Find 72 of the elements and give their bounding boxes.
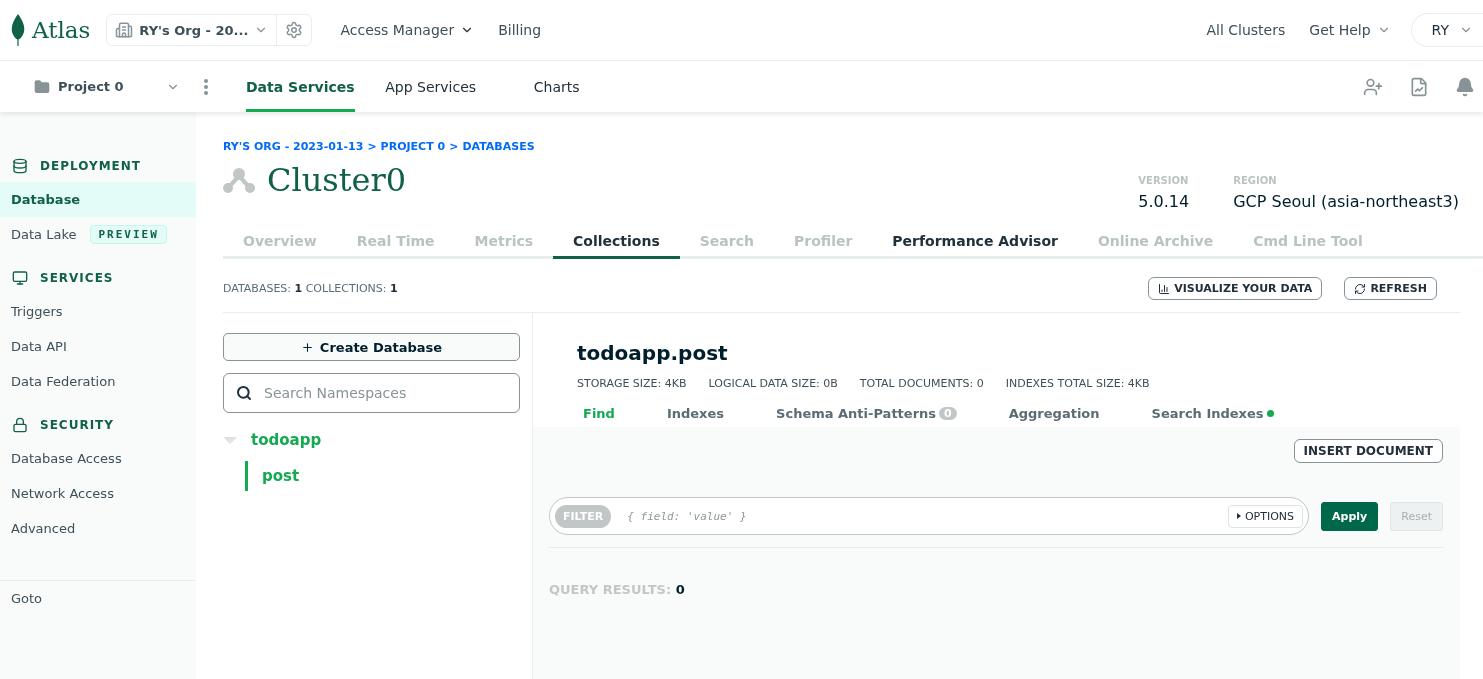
nav-tab[interactable]: Data Services <box>246 61 355 112</box>
sidebar-item[interactable]: Database Access <box>0 441 196 476</box>
collection-tab[interactable]: Aggregation <box>1002 402 1100 427</box>
collection-stat: INDEXES TOTAL SIZE: 4KB <box>1005 377 1150 390</box>
section-title: DEPLOYMENT <box>40 159 141 173</box>
sidebar-item[interactable]: Database <box>0 182 196 217</box>
filter-bar[interactable]: FILTER { field: 'value' } OPTIONS <box>549 497 1310 535</box>
collection-stat: STORAGE SIZE: 4KB <box>577 377 687 390</box>
nav-link[interactable]: Billing <box>486 22 554 38</box>
lock-icon <box>12 417 28 433</box>
preview-badge: PREVIEW <box>90 225 167 244</box>
cluster-name: Cluster0 <box>267 161 407 199</box>
atlas-logo-text: Atlas <box>32 17 91 43</box>
breadcrumb-link[interactable]: PROJECT 0 <box>380 140 446 153</box>
bell-icon[interactable] <box>1455 76 1475 97</box>
sidebar-item[interactable]: Triggers <box>0 294 196 329</box>
cluster-tab[interactable]: Collections <box>553 225 680 259</box>
section-title: SECURITY <box>40 418 114 432</box>
collection-counts: DATABASES: 1 COLLECTIONS: 1 <box>223 282 398 295</box>
nav-link[interactable]: Access Manager <box>328 22 487 38</box>
count-badge: 0 <box>939 407 957 420</box>
collection-tab[interactable]: Search Indexes <box>1145 402 1274 427</box>
collection-tab[interactable]: Indexes <box>660 402 725 427</box>
nav-link[interactable]: Get Help <box>1297 22 1403 38</box>
meta-label: REGION <box>1233 175 1278 186</box>
sidebar-item[interactable]: Data Federation <box>0 364 196 399</box>
apply-button[interactable]: Apply <box>1321 501 1379 531</box>
nav-link[interactable]: All Clusters <box>1194 22 1298 38</box>
leaf-logo-icon <box>10 14 26 46</box>
bar-chart-icon <box>1158 282 1171 295</box>
collection-stat: LOGICAL DATA SIZE: 0B <box>708 377 838 390</box>
options-button[interactable]: OPTIONS <box>1227 504 1304 528</box>
section-title: SERVICES <box>40 271 114 285</box>
meta-value: 5.0.14 <box>1138 192 1190 211</box>
collection-tab[interactable]: Schema Anti-Patterns 0 <box>770 402 957 427</box>
collection-stat: TOTAL DOCUMENTS: 0 <box>859 377 984 390</box>
folder-icon <box>34 78 50 95</box>
add-user-icon[interactable] <box>1363 76 1383 97</box>
sidebar-item[interactable]: Data API <box>0 329 196 364</box>
filter-tag: FILTER <box>555 504 612 528</box>
project-selector[interactable]: Project 0 <box>0 78 196 95</box>
sidebar-item[interactable]: Network Access <box>0 476 196 511</box>
visualize-button[interactable]: VISUALIZE YOUR DATA <box>1148 277 1323 300</box>
meta-value: GCP Seoul (asia-northeast3) <box>1233 192 1459 211</box>
breadcrumb-link[interactable]: DATABASES <box>462 140 535 153</box>
breadcrumb-link[interactable]: RY'S ORG - 2023-01-13 <box>223 140 364 153</box>
collection-title: todoapp.post <box>577 341 729 365</box>
caret-icon <box>1236 513 1241 519</box>
building-icon <box>115 21 134 39</box>
user-menu-button[interactable]: RY <box>1410 13 1483 47</box>
cluster-icon <box>223 167 255 193</box>
cluster-tab[interactable]: Performance Advisor <box>872 225 1078 259</box>
nav-tab[interactable]: Charts <box>506 61 607 112</box>
more-icon <box>204 78 208 95</box>
nav-tab[interactable]: App Services <box>380 61 481 112</box>
settings-icon <box>285 21 304 39</box>
sidebar-item[interactable]: Advanced <box>0 511 196 546</box>
search-box[interactable]: Search Namespaces <box>223 373 520 413</box>
refresh-button[interactable]: REFRESH <box>1344 277 1437 300</box>
meta-label: VERSION <box>1138 175 1190 186</box>
refresh-icon <box>1354 282 1367 295</box>
goto-link[interactable]: Goto <box>0 580 196 616</box>
query-results: QUERY RESULTS: 0 <box>549 582 686 597</box>
monitor-icon <box>12 270 28 286</box>
plus-icon <box>300 340 314 354</box>
database-icon <box>12 158 28 174</box>
create-database-button[interactable]: Create Database <box>223 333 520 361</box>
breadcrumb-separator: > <box>367 140 377 153</box>
search-icon <box>236 385 252 401</box>
insert-document-button[interactable]: INSERT DOCUMENT <box>1293 439 1443 463</box>
breadcrumb-separator: > <box>449 140 459 153</box>
sidebar-item[interactable]: Data Lake <box>11 227 77 242</box>
